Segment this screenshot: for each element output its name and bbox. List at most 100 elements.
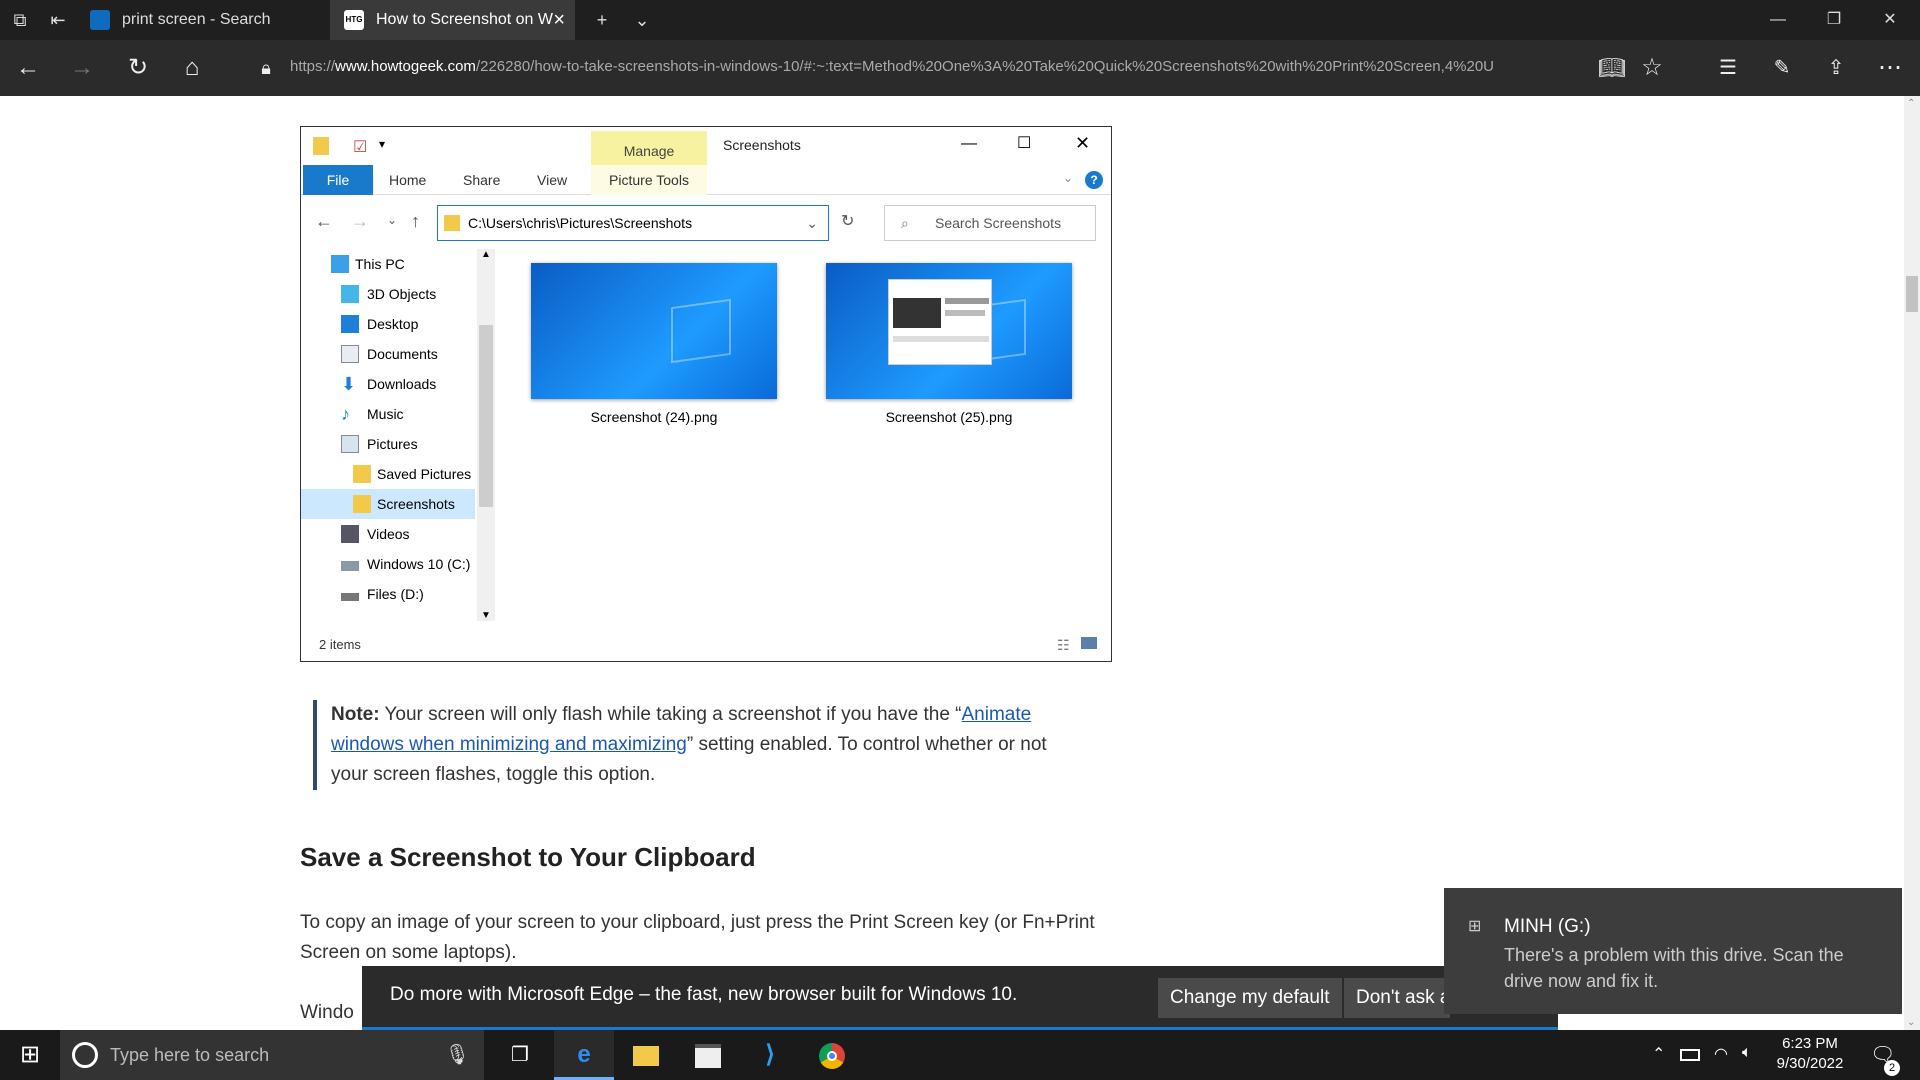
search-placeholder: Search Screenshots	[935, 215, 1062, 231]
tree-label: Desktop	[367, 316, 419, 332]
file-explorer-icon[interactable]	[616, 1030, 676, 1080]
folder-icon	[353, 495, 371, 513]
page-scrollbar[interactable]: ⌃ ⌄	[1904, 96, 1920, 1030]
tree-item-3d-objects: 3D Objects	[301, 279, 475, 309]
details-view-icon: ☷	[1057, 637, 1070, 653]
preview-text-line	[945, 298, 989, 304]
path-text: C:\Users\chris\Pictures\Screenshots	[468, 215, 693, 231]
task-view-icon[interactable]: ❐	[490, 1030, 550, 1080]
toast-body: There's a problem with this drive. Scan …	[1504, 945, 1844, 991]
start-windows-icon[interactable]: ⊞	[0, 1030, 60, 1080]
url-domain: www.howtogeek.com	[335, 58, 476, 75]
home-icon[interactable]: ⌂	[176, 52, 208, 84]
explorer-title: Screenshots	[723, 137, 801, 153]
forward-icon: →	[351, 211, 369, 231]
tree-item-files-d: Files (D:)	[301, 579, 475, 609]
change-default-button[interactable]: Change my default	[1158, 978, 1342, 1018]
tree-label: Music	[367, 406, 404, 422]
close-tab-icon[interactable]: ×	[553, 0, 565, 40]
preview-text-line	[945, 310, 985, 316]
favorites-hub-icon[interactable]: ☰	[1712, 52, 1744, 84]
minimize-button[interactable]: —	[1752, 0, 1804, 40]
reading-view-icon[interactable]: 📖︎	[1596, 52, 1628, 84]
tree-label: This PC	[355, 256, 405, 272]
scroll-down-icon[interactable]: ⌄	[1907, 1017, 1915, 1028]
section-heading: Save a Screenshot to Your Clipboard	[300, 842, 756, 872]
music-note-icon: ♪	[341, 404, 350, 424]
nav-scrollbar-thumb	[479, 325, 493, 507]
shopping-bag-icon	[695, 1043, 721, 1068]
drive-icon: ⊞	[1468, 918, 1482, 935]
tree-item-saved-pictures: Saved Pictures	[301, 459, 475, 489]
file-name-25: Screenshot (25).png	[885, 409, 1013, 425]
tree-label: Saved Pictures	[377, 466, 472, 482]
restore-button[interactable]: ❐	[1808, 0, 1860, 40]
favorite-star-icon[interactable]: ☆	[1636, 52, 1668, 84]
cube-icon	[341, 285, 359, 303]
help-icon: ?	[1085, 171, 1103, 189]
search-icon: ⌕	[901, 215, 909, 231]
microphone-icon[interactable]: 🎙︎	[445, 1030, 470, 1080]
edge-default-banner: Do more with Microsoft Edge – the fast, …	[362, 966, 1558, 1030]
url-field[interactable]: https://www.howtogeek.com/226280/how-to-…	[290, 58, 1590, 75]
drive-icon	[341, 593, 359, 601]
folder-icon	[633, 1045, 659, 1066]
store-icon[interactable]	[678, 1030, 738, 1080]
scroll-up-icon[interactable]: ⌃	[1907, 98, 1915, 109]
properties-icon: ☑	[353, 139, 368, 156]
tree-item-pictures: Pictures	[301, 429, 475, 459]
file-name-24: Screenshot (24).png	[590, 409, 718, 425]
back-icon[interactable]: ←	[12, 52, 44, 84]
maximize-icon: ☐	[1017, 135, 1032, 152]
file-thumbnail-25	[826, 263, 1072, 399]
clock[interactable]: 6:23 PM 9/30/2022	[1760, 1034, 1860, 1074]
edge-icon[interactable]: e	[554, 1030, 614, 1080]
dont-ask-button[interactable]: Don't ask a	[1344, 978, 1450, 1018]
body-paragraph-partial: Windo	[300, 1002, 354, 1023]
explorer-nav: ← → ⌄ ↑ C:\Users\chris\Pictures\Screensh…	[301, 203, 1111, 243]
item-count: 2 items	[319, 637, 361, 652]
back-icon: ←	[315, 211, 333, 231]
drive-notification-toast[interactable]: ⊞ MINH (G:) There's a problem with this …	[1444, 888, 1902, 1014]
forward-icon[interactable]: →	[66, 52, 98, 84]
ribbon-tab-home: Home	[389, 172, 427, 188]
document-icon	[341, 345, 359, 363]
tab-how-to-screenshot[interactable]: HTG How to Screenshot on W ×	[330, 0, 575, 40]
note-label: Note:	[331, 704, 380, 725]
tab-preview-chevron-icon[interactable]: ⌄	[630, 8, 654, 32]
chrome-icon[interactable]	[802, 1030, 862, 1080]
page-scrollbar-thumb[interactable]	[1906, 276, 1918, 312]
preview-hero-image	[893, 298, 941, 328]
close-window-button[interactable]: ✕	[1864, 0, 1916, 40]
refresh-icon[interactable]: ↻	[122, 52, 154, 84]
lock-icon[interactable]: 🔒︎	[250, 52, 282, 84]
drive-icon	[341, 561, 359, 571]
vscode-icon[interactable]: ⟩	[740, 1030, 800, 1080]
show-hidden-icons-chevron-icon[interactable]: ⌃	[1652, 1044, 1665, 1064]
web-note-icon[interactable]: ✎	[1766, 52, 1798, 84]
tree-label: Pictures	[367, 436, 418, 452]
more-icon[interactable]: ⋯	[1874, 52, 1906, 84]
set-aside-tabs-icon[interactable]: ⇤	[46, 8, 70, 32]
volume-icon[interactable]: 🔈︎	[1742, 1044, 1752, 1062]
download-arrow-icon: ⬇	[341, 374, 357, 394]
tab-manager-icon[interactable]: ⧉	[8, 8, 32, 32]
share-icon[interactable]: ⇪	[1820, 52, 1852, 84]
explorer-titlebar: ☑ ▾ Manage Screenshots — ☐ ✕	[301, 127, 1111, 165]
film-icon	[341, 525, 359, 543]
taskbar: ⊞ Type here to search 🎙︎ ❐ e ⟩ ⌃ ◠ 🔈︎ 6:…	[0, 1030, 1920, 1080]
path-field: C:\Users\chris\Pictures\Screenshots ⌄	[437, 205, 829, 241]
tree-label: Files (D:)	[367, 586, 424, 602]
preview-text-line	[893, 336, 989, 342]
tab-print-screen-search[interactable]: print screen - Search	[76, 0, 321, 40]
ribbon-tab-view: View	[537, 172, 568, 188]
new-tab-icon[interactable]: +	[590, 8, 614, 32]
battery-icon[interactable]	[1680, 1049, 1700, 1061]
tree-label: Screenshots	[377, 496, 455, 512]
url-prefix: https://	[290, 58, 336, 75]
taskbar-search-box[interactable]: Type here to search 🎙︎	[60, 1030, 484, 1080]
quick-access-dropdown-icon: ▾	[379, 137, 386, 151]
wifi-icon[interactable]: ◠	[1714, 1044, 1728, 1064]
taskbar-search-placeholder: Type here to search	[110, 1045, 270, 1065]
htg-icon: HTG	[344, 10, 364, 30]
